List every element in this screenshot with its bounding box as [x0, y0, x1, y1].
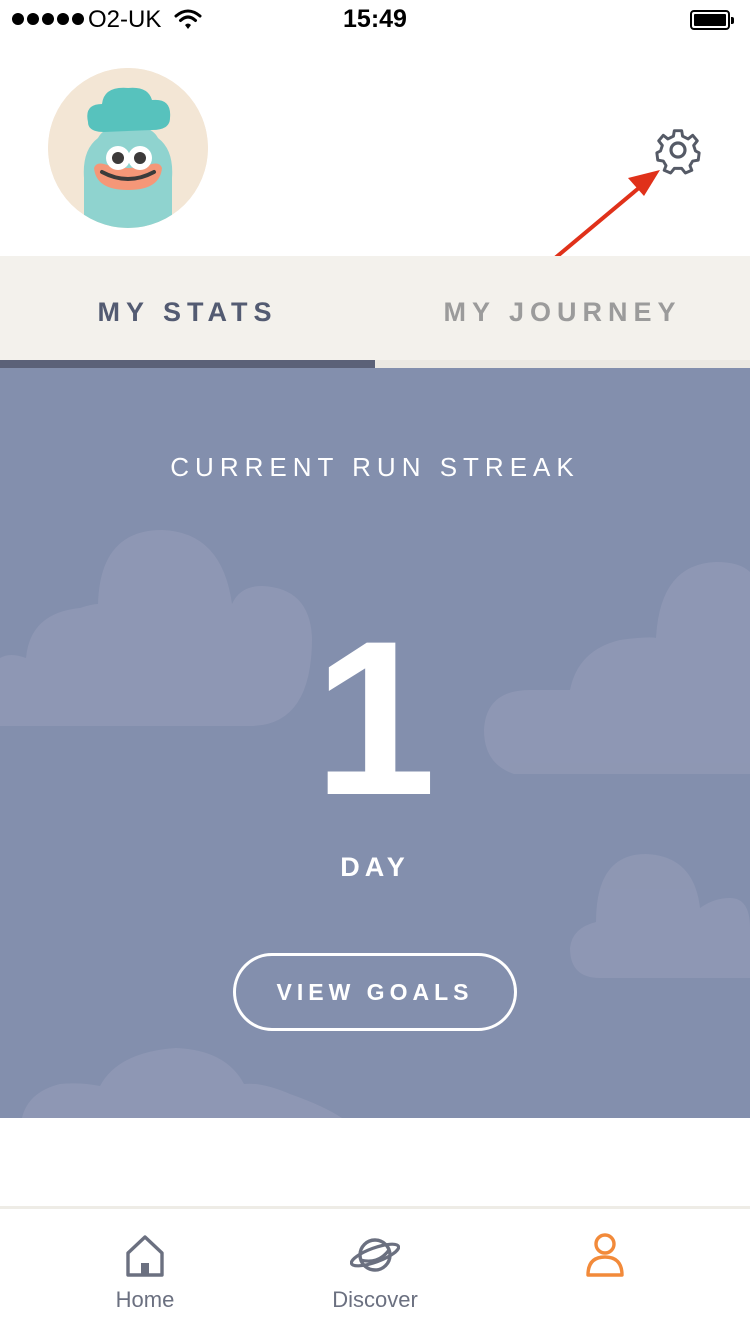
nav-item-profile[interactable] — [480, 1209, 730, 1334]
streak-panel: CURRENT RUN STREAK 1 DAY VIEW GOALS — [0, 368, 750, 1118]
nav-label-discover: Discover — [332, 1287, 418, 1312]
battery-icon — [690, 10, 734, 30]
profile-icon — [586, 1233, 624, 1277]
tab-indicator-track — [375, 360, 750, 368]
home-icon — [126, 1235, 164, 1277]
streak-label: CURRENT RUN STREAK — [170, 452, 580, 482]
planet-icon — [350, 1238, 400, 1272]
bottom-nav: Home Discover — [0, 1206, 750, 1334]
status-bar: O2-UK 15:49 — [0, 0, 750, 40]
nav-item-discover[interactable]: Discover — [250, 1209, 500, 1334]
view-goals-button[interactable]: VIEW GOALS — [233, 953, 517, 1031]
tab-my-journey[interactable]: MY JOURNEY — [375, 256, 750, 368]
monster-avatar-icon[interactable] — [48, 68, 208, 228]
tab-my-stats[interactable]: MY STATS — [0, 256, 375, 368]
nav-label-home: Home — [115, 1287, 175, 1312]
status-time: 15:49 — [343, 5, 407, 33]
active-tab-indicator — [0, 360, 375, 368]
tab-bar: MY STATS MY JOURNEY — [0, 256, 750, 368]
streak-value: 1 — [313, 595, 437, 841]
nav-item-home[interactable]: Home — [20, 1209, 270, 1334]
streak-unit: DAY — [340, 852, 410, 882]
